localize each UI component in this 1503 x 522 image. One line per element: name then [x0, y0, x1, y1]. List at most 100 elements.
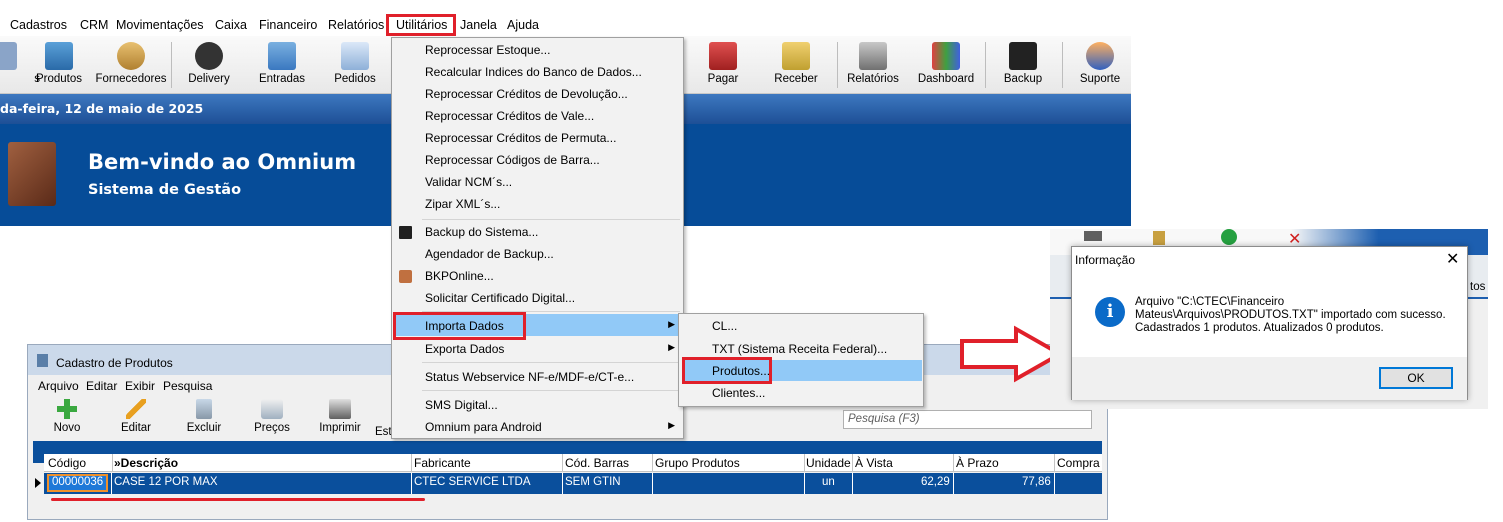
- pedidos-label: Pedidos: [334, 73, 376, 85]
- delivery-icon: [195, 42, 223, 70]
- pagar-icon: [709, 42, 737, 70]
- dialog-footer: OK: [1072, 357, 1467, 400]
- receber-label: Receber: [774, 73, 818, 85]
- menuitem-reprocessar-codigos-barra[interactable]: Reprocessar Códigos de Barra...: [425, 153, 600, 175]
- utilitarios-highlight-box: [386, 14, 456, 36]
- col-fabricante[interactable]: Fabricante: [414, 456, 471, 470]
- cell-a-vista: 62,29: [921, 476, 950, 488]
- menu-editar[interactable]: Editar: [86, 379, 117, 393]
- col-codigo[interactable]: Código: [48, 456, 86, 470]
- receber-button[interactable]: Receber: [759, 40, 833, 92]
- menuitem-validar-ncm[interactable]: Validar NCM´s...: [425, 175, 512, 197]
- novo-button[interactable]: Novo: [42, 399, 92, 434]
- produtos-icon: [45, 42, 73, 70]
- menuitem-agendador-backup[interactable]: Agendador de Backup...: [425, 247, 554, 269]
- menu-arquivo[interactable]: Arquivo: [38, 379, 79, 393]
- col-a-vista[interactable]: À Vista: [855, 456, 893, 470]
- plus-icon: [57, 399, 77, 419]
- dashboard-icon: [932, 42, 960, 70]
- menu-janela[interactable]: Janela: [460, 18, 497, 32]
- red-underline-annotation: [51, 498, 425, 501]
- menuitem-sms-digital[interactable]: SMS Digital...: [425, 398, 498, 420]
- submenu-clientes[interactable]: Clientes...: [712, 386, 765, 400]
- dashboard-label: Dashboard: [917, 73, 975, 85]
- dialog-title: Informação: [1075, 253, 1136, 267]
- backup-label: Backup: [1003, 73, 1043, 85]
- submenu-cl[interactable]: CL...: [712, 319, 737, 333]
- grid-header: Código »Descrição Fabricante Cód. Barras…: [44, 454, 1102, 472]
- welcome-subtitle: Sistema de Gestão: [88, 182, 242, 198]
- menu-relatorios[interactable]: Relatórios: [328, 18, 384, 32]
- col-descricao[interactable]: »Descrição: [114, 456, 178, 470]
- editar-button[interactable]: Editar: [111, 399, 161, 434]
- bkp-online-icon: [399, 270, 412, 283]
- menuitem-exporta-dados[interactable]: Exporta Dados: [425, 342, 504, 364]
- precos-button[interactable]: Preços: [247, 399, 297, 434]
- menuitem-status-webservice[interactable]: Status Webservice NF-e/MDF-e/CT-e...: [425, 370, 634, 392]
- col-compra[interactable]: Compra: [1057, 456, 1100, 470]
- est-button[interactable]: Est: [375, 426, 392, 438]
- menuitem-bkponline[interactable]: BKPOnline...: [425, 269, 494, 291]
- fornecedores-button[interactable]: Fornecedores: [94, 40, 168, 92]
- close-icon[interactable]: ✕: [1446, 249, 1459, 269]
- produtos-button[interactable]: Produtos: [22, 40, 96, 92]
- cell-unidade: un: [822, 476, 835, 488]
- suporte-button[interactable]: Suporte: [1063, 40, 1137, 92]
- row-pointer-icon: [35, 478, 41, 488]
- printer-icon: [329, 399, 351, 419]
- produtos-red-box: [682, 357, 772, 384]
- entradas-button[interactable]: Entradas: [245, 40, 319, 92]
- menu-ajuda[interactable]: Ajuda: [507, 18, 539, 32]
- menu-cadastros[interactable]: Cadastros: [10, 18, 67, 32]
- search-input[interactable]: Pesquisa (F3): [843, 410, 1092, 429]
- entradas-icon: [268, 42, 296, 70]
- partial-icon: [0, 42, 17, 70]
- window-icon: [37, 354, 48, 367]
- ok-button[interactable]: OK: [1379, 367, 1453, 389]
- cell-descricao: CASE 12 POR MAX: [114, 476, 218, 488]
- importa-dados-red-box: [393, 312, 526, 340]
- col-unidade[interactable]: Unidade: [806, 456, 851, 470]
- menuitem-reprocessar-estoque[interactable]: Reprocessar Estoque...: [425, 43, 550, 65]
- dashboard-button[interactable]: Dashboard: [909, 40, 983, 92]
- menuitem-backup-sistema[interactable]: Backup do Sistema...: [425, 225, 538, 247]
- col-a-prazo[interactable]: À Prazo: [956, 456, 999, 470]
- submenu-txt-receita[interactable]: TXT (Sistema Receita Federal)...: [712, 342, 887, 356]
- menuitem-reprocessar-devolucao[interactable]: Reprocessar Créditos de Devolução...: [425, 87, 628, 109]
- menu-movimentacoes[interactable]: Movimentações: [116, 18, 204, 32]
- menu-pesquisa[interactable]: Pesquisa: [163, 379, 212, 393]
- backup-button[interactable]: Backup: [986, 40, 1060, 92]
- pedidos-button[interactable]: Pedidos: [318, 40, 392, 92]
- price-icon: [261, 399, 283, 419]
- imprimir-button[interactable]: Imprimir: [315, 399, 365, 434]
- fornecedores-label: Fornecedores: [95, 73, 167, 85]
- delivery-button[interactable]: Delivery: [172, 40, 246, 92]
- menu-financeiro[interactable]: Financeiro: [259, 18, 317, 32]
- menuitem-recalcular-indices[interactable]: Recalcular Indices do Banco de Dados...: [425, 65, 642, 87]
- precos-label: Preços: [254, 422, 290, 434]
- menu-bar: Cadastros CRM Movimentações Caixa Financ…: [0, 14, 1131, 36]
- pagar-button[interactable]: Pagar: [686, 40, 760, 92]
- menu-crm[interactable]: CRM: [80, 18, 108, 32]
- menu-caixa[interactable]: Caixa: [215, 18, 247, 32]
- fornecedores-icon: [117, 42, 145, 70]
- menuitem-zipar-xml[interactable]: Zipar XML´s...: [425, 197, 500, 219]
- informacao-dialog: Informação ✕ i Arquivo "C:\CTEC\Financei…: [1071, 246, 1468, 400]
- menu-exibir[interactable]: Exibir: [125, 379, 155, 393]
- menuitem-omnium-android[interactable]: Omnium para Android: [425, 420, 542, 442]
- col-grupo-produtos[interactable]: Grupo Produtos: [655, 456, 740, 470]
- date-text: da-feira, 12 de maio de 2025: [0, 101, 204, 116]
- dialog-titlebar: Informação ✕: [1072, 247, 1467, 273]
- excluir-button[interactable]: Excluir: [179, 399, 229, 434]
- produtos-label: Produtos: [35, 73, 83, 85]
- receber-icon: [782, 42, 810, 70]
- menuitem-certificado-digital[interactable]: Solicitar Certificado Digital...: [425, 291, 575, 313]
- menuitem-reprocessar-vale[interactable]: Reprocessar Créditos de Vale...: [425, 109, 594, 131]
- col-cod-barras[interactable]: Cód. Barras: [565, 456, 629, 470]
- floppy-icon: [1009, 42, 1037, 70]
- whatsapp-icon: [1221, 229, 1237, 245]
- table-row[interactable]: 00000036 CASE 12 POR MAX CTEC SERVICE LT…: [44, 473, 1102, 494]
- pedidos-icon: [341, 42, 369, 70]
- menuitem-reprocessar-permuta[interactable]: Reprocessar Créditos de Permuta...: [425, 131, 616, 153]
- relatorios-button[interactable]: Relatórios: [836, 40, 910, 92]
